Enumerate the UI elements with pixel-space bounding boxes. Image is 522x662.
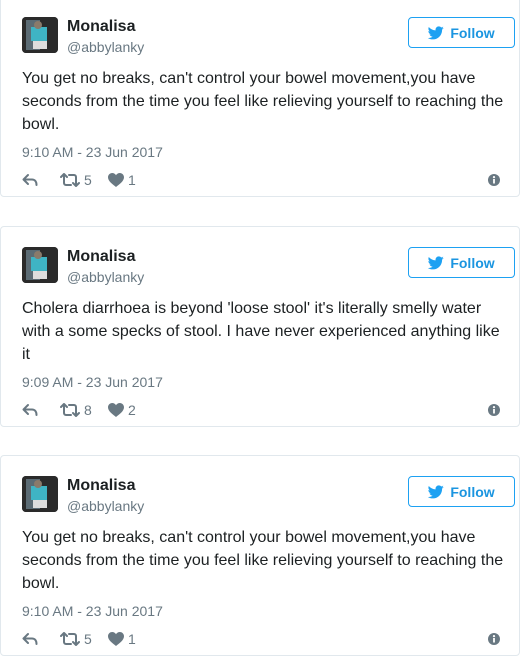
twitter-bird-icon: [428, 484, 445, 499]
retweet-count: 5: [84, 172, 92, 188]
tweet-text: You get no breaks, can't control your bo…: [22, 70, 504, 133]
follow-button[interactable]: Follow: [408, 476, 515, 507]
like-button[interactable]: 1: [108, 629, 136, 649]
info-icon: [488, 633, 500, 645]
tweet-timestamp[interactable]: 9:09 AM - 23 Jun 2017: [22, 373, 163, 391]
tweet-actions: 8 2: [22, 400, 512, 420]
tweet-actions: 5 1: [22, 170, 512, 190]
follow-button[interactable]: Follow: [408, 247, 515, 278]
retweet-icon: [60, 173, 80, 187]
like-button[interactable]: 1: [108, 170, 136, 190]
tweet-text: Cholera diarrhoea is beyond 'loose stool…: [22, 300, 500, 363]
author-handle[interactable]: @abbylanky: [67, 268, 144, 286]
like-count: 1: [128, 631, 136, 647]
info-button[interactable]: [488, 170, 500, 190]
retweet-icon: [60, 632, 80, 646]
heart-icon: [108, 173, 124, 187]
retweet-button[interactable]: 5: [60, 170, 92, 190]
twitter-bird-icon: [428, 255, 445, 270]
author-name[interactable]: Monalisa: [67, 247, 135, 267]
embedded-tweet: Monalisa @abbylanky Follow You get no br…: [0, 0, 520, 197]
follow-label: Follow: [450, 254, 495, 271]
like-count: 2: [128, 402, 136, 418]
tweet-actions: 5 1: [22, 629, 512, 649]
retweet-button[interactable]: 5: [60, 629, 92, 649]
tweet-timestamp[interactable]: 9:10 AM - 23 Jun 2017: [22, 143, 163, 161]
retweet-count: 5: [84, 631, 92, 647]
twitter-bird-icon: [428, 25, 445, 40]
author-handle[interactable]: @abbylanky: [67, 497, 144, 515]
avatar[interactable]: [22, 17, 58, 53]
heart-icon: [108, 632, 124, 646]
author-name[interactable]: Monalisa: [67, 17, 135, 37]
reply-icon: [22, 173, 38, 187]
tweet-feed: Monalisa @abbylanky Follow You get no br…: [0, 0, 522, 662]
follow-button[interactable]: Follow: [408, 17, 515, 48]
retweet-icon: [60, 403, 80, 417]
like-count: 1: [128, 172, 136, 188]
tweet-timestamp[interactable]: 9:10 AM - 23 Jun 2017: [22, 602, 163, 620]
heart-icon: [108, 403, 124, 417]
author-name[interactable]: Monalisa: [67, 476, 135, 496]
embedded-tweet: Monalisa @abbylanky Follow Cholera diarr…: [0, 226, 520, 427]
avatar[interactable]: [22, 247, 58, 283]
tweet-text: You get no breaks, can't control your bo…: [22, 529, 504, 592]
reply-icon: [22, 403, 38, 417]
info-icon: [488, 404, 500, 416]
info-button[interactable]: [488, 629, 500, 649]
embedded-tweet: Monalisa @abbylanky Follow You get no br…: [0, 455, 520, 656]
follow-label: Follow: [450, 24, 495, 41]
author-handle[interactable]: @abbylanky: [67, 38, 144, 56]
avatar[interactable]: [22, 476, 58, 512]
retweet-button[interactable]: 8: [60, 400, 92, 420]
retweet-count: 8: [84, 402, 92, 418]
follow-label: Follow: [450, 483, 495, 500]
reply-button[interactable]: [22, 629, 38, 649]
reply-icon: [22, 632, 38, 646]
info-button[interactable]: [488, 400, 500, 420]
reply-button[interactable]: [22, 170, 38, 190]
info-icon: [488, 174, 500, 186]
reply-button[interactable]: [22, 400, 38, 420]
like-button[interactable]: 2: [108, 400, 136, 420]
